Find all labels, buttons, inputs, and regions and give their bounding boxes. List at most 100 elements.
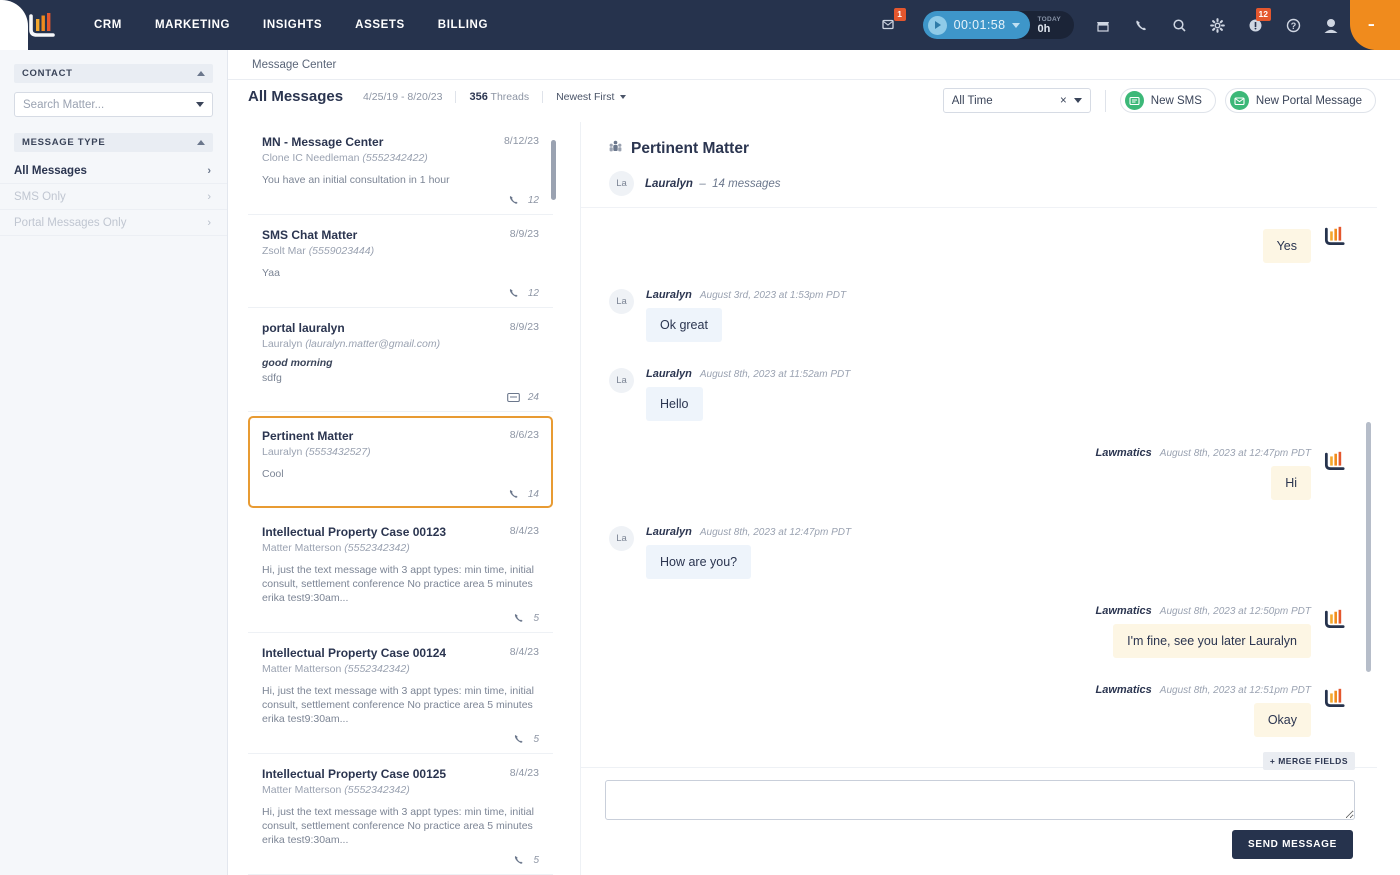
participant-summary: Lauralyn – 14 messages bbox=[645, 178, 781, 190]
thread-footer: 5 bbox=[262, 612, 539, 624]
sidebar-item-sms-only[interactable]: SMS Only › bbox=[0, 184, 227, 210]
clear-icon[interactable]: × bbox=[1060, 95, 1067, 107]
thread-snippet: You have an initial consultation in 1 ho… bbox=[262, 174, 450, 186]
message-type-section-header[interactable]: MESSAGE TYPE bbox=[14, 133, 213, 152]
thread-top-row: portal lauralyn 8/9/23 bbox=[262, 321, 539, 335]
thread-snippet: Yaa bbox=[262, 267, 280, 279]
thread-title: SMS Chat Matter bbox=[262, 228, 358, 242]
thread-footer: 12 bbox=[262, 287, 539, 299]
chevron-up-icon[interactable] bbox=[197, 71, 205, 76]
message-column: Lawmatics August 8th, 2023 at 12:51pm PDT… bbox=[1096, 684, 1311, 737]
thread-contact-name: Zsolt Mar bbox=[262, 245, 306, 257]
sidebar-item-all-messages[interactable]: All Messages › bbox=[0, 158, 227, 184]
thread-contact-name: Matter Matterson bbox=[262, 784, 342, 796]
help-icon[interactable]: ? bbox=[1278, 10, 1308, 40]
group-icon bbox=[609, 140, 622, 158]
thread-list[interactable]: MN - Message Center 8/12/23 Clone IC Needl… bbox=[248, 122, 553, 875]
merge-fields-button[interactable]: + MERGE FIELDS bbox=[1262, 752, 1355, 770]
thread-date: 8/12/23 bbox=[503, 135, 539, 147]
add-new-button[interactable]: + bbox=[1350, 0, 1400, 50]
sort-value: Newest First bbox=[556, 90, 615, 103]
send-message-button[interactable]: SEND MESSAGE bbox=[1232, 830, 1353, 859]
contact-section-header[interactable]: CONTACT bbox=[14, 64, 213, 83]
thread-contact-name: Lauralyn bbox=[262, 446, 303, 458]
new-portal-message-button[interactable]: New Portal Message bbox=[1224, 88, 1376, 113]
avatar: La bbox=[609, 171, 634, 196]
breadcrumb-label: Message Center bbox=[252, 58, 337, 71]
sidebar-item-portal-messages-only[interactable]: Portal Messages Only › bbox=[0, 210, 227, 236]
phone-icon bbox=[508, 488, 520, 500]
thread-list-item[interactable]: MN - Message Center 8/12/23 Clone IC Needl… bbox=[248, 122, 553, 215]
message-timestamp: August 8th, 2023 at 12:47pm PDT bbox=[699, 526, 852, 538]
message-in: La Lauralyn August 8th, 2023 at 11:52am PD… bbox=[581, 368, 1377, 421]
add-new-wrapper: + bbox=[1350, 0, 1400, 50]
thread-snippet: sdfg bbox=[262, 372, 282, 384]
thread-top-row: Pertinent Matter 8/6/23 bbox=[262, 429, 539, 443]
message-column: Lawmatics August 8th, 2023 at 12:47pm PDT… bbox=[1096, 447, 1311, 500]
new-sms-button[interactable]: New SMS bbox=[1119, 88, 1216, 113]
sidebar-item-label: All Messages bbox=[14, 164, 87, 177]
thread-contact-name: Matter Matterson bbox=[262, 663, 342, 675]
phone-icon bbox=[513, 612, 525, 624]
chevron-down-icon[interactable] bbox=[1012, 22, 1021, 28]
thread-list-scrollbar[interactable] bbox=[551, 140, 556, 200]
alert-icon[interactable]: 12 bbox=[1240, 8, 1271, 40]
search-icon[interactable] bbox=[1164, 10, 1194, 40]
thread-list-item[interactable]: Intellectual Property Case 00125 8/4/23 Ma… bbox=[248, 754, 553, 875]
sort-dropdown[interactable]: Newest First bbox=[543, 90, 627, 103]
store-icon[interactable] bbox=[1088, 10, 1118, 40]
threads-count-value: 356 bbox=[469, 90, 488, 103]
thread-list-item[interactable]: Intellectual Property Case 00124 8/4/23 Ma… bbox=[248, 633, 553, 754]
message-center-app: CRM MARKETING INSIGHTS ASSETS BILLING 1 … bbox=[0, 0, 1400, 875]
conversation-header: Pertinent Matter La Lauralyn – 14 messag… bbox=[581, 122, 1376, 196]
thread-snippet: Cool bbox=[262, 468, 284, 480]
sidebar-item-label: SMS Only bbox=[14, 190, 66, 203]
thread-top-row: Intellectual Property Case 00125 8/4/23 bbox=[262, 767, 539, 781]
thread-title: portal lauralyn bbox=[262, 321, 345, 335]
nav-link-crm[interactable]: CRM bbox=[94, 19, 122, 31]
conversation-scrollbar[interactable] bbox=[1366, 422, 1371, 672]
thread-list-item[interactable]: portal lauralyn 8/9/23 Lauralyn (lauralyn.… bbox=[248, 308, 553, 412]
conversation-title: Pertinent Matter bbox=[631, 140, 749, 157]
lawmatics-logo-icon bbox=[1321, 224, 1347, 248]
avatar-icon[interactable] bbox=[1316, 10, 1346, 40]
gear-icon[interactable] bbox=[1202, 10, 1232, 40]
thread-list-item[interactable]: SMS Chat Matter 8/9/23 Zsolt Mar (55590234… bbox=[248, 215, 553, 308]
time-tracker-widget[interactable]: 00:01:58 TODAY 0h bbox=[922, 11, 1074, 39]
phone-icon bbox=[508, 194, 520, 206]
thread-date: 8/4/23 bbox=[509, 767, 539, 779]
nav-link-assets[interactable]: ASSETS bbox=[355, 19, 405, 31]
thread-list-item[interactable]: Pertinent Matter 8/6/23 Lauralyn (55534325… bbox=[248, 416, 553, 508]
chevron-down-icon[interactable] bbox=[1073, 98, 1082, 103]
thread-footer: 5 bbox=[262, 854, 539, 866]
thread-date: 8/4/23 bbox=[509, 525, 539, 537]
thread-top-row: SMS Chat Matter 8/9/23 bbox=[262, 228, 539, 242]
chevron-down-icon[interactable] bbox=[620, 94, 627, 99]
nav-link-insights[interactable]: INSIGHTS bbox=[263, 19, 322, 31]
thread-message-count: 5 bbox=[533, 733, 539, 745]
phone-icon bbox=[513, 733, 525, 745]
thread-list-item[interactable]: Intellectual Property Case 00123 8/4/23 Ma… bbox=[248, 512, 553, 633]
message-thread[interactable]: Yes La Lauralyn August 3rd, 2023 at 1:53pm … bbox=[581, 207, 1377, 767]
mail-icon[interactable]: 1 bbox=[875, 8, 906, 40]
thread-contact-name: Clone IC Needleman bbox=[262, 152, 360, 164]
alert-badge-count: 12 bbox=[1255, 8, 1271, 21]
thread-title: Intellectual Property Case 00123 bbox=[262, 525, 447, 539]
thread-title: MN - Message Center bbox=[262, 135, 384, 149]
message-textarea[interactable] bbox=[605, 780, 1355, 820]
time-filter-select[interactable]: All Time × bbox=[942, 88, 1091, 113]
message-timestamp: August 8th, 2023 at 12:51pm PDT bbox=[1159, 684, 1311, 696]
message-sender: Lauralyn bbox=[646, 526, 692, 538]
chevron-down-icon[interactable] bbox=[196, 102, 204, 107]
timer-value: 00:01:58 bbox=[953, 18, 1006, 32]
nav-link-marketing[interactable]: MARKETING bbox=[155, 19, 230, 31]
nav-link-billing[interactable]: BILLING bbox=[438, 19, 488, 31]
conversation-participant: La Lauralyn – 14 messages bbox=[609, 171, 1376, 196]
phone-icon[interactable] bbox=[1126, 10, 1156, 40]
lawmatics-logo[interactable] bbox=[24, 10, 58, 40]
search-matter-input[interactable]: Search Matter... bbox=[14, 92, 213, 117]
thread-contact: Clone IC Needleman (5552342422) bbox=[262, 152, 539, 164]
play-icon[interactable] bbox=[927, 15, 947, 35]
chevron-up-icon[interactable] bbox=[197, 140, 205, 145]
timer-start-control[interactable]: 00:01:58 bbox=[922, 11, 1031, 39]
